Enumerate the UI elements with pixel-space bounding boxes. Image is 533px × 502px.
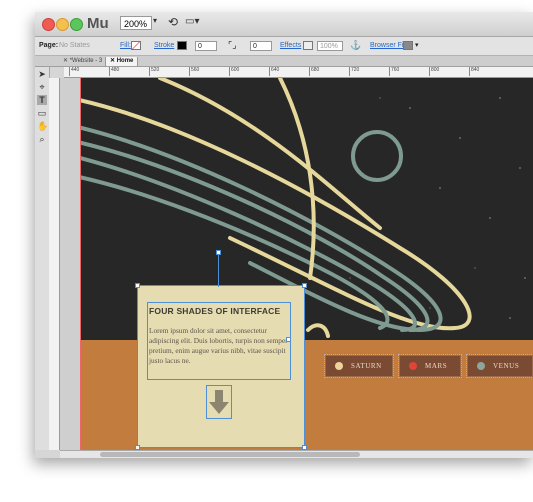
zoom-level-field[interactable]: 200% — [120, 16, 152, 30]
ruler-tick: 760 — [389, 67, 399, 76]
tab-home-label: Home — [116, 58, 134, 64]
page-edge-guide — [80, 78, 81, 452]
horizontal-ruler: 440 480 520 560 600 640 680 720 760 800 … — [64, 67, 533, 78]
corner-radius-field[interactable]: 0 — [250, 41, 272, 51]
ruler-tick: 720 — [349, 67, 359, 76]
saturn-dot-icon — [335, 362, 343, 370]
browser-fill-dropdown-icon[interactable]: ▾ — [415, 41, 419, 49]
venus-dot-icon — [477, 362, 485, 370]
tab-website-label: *Website - 3 — [69, 58, 103, 64]
effects-label[interactable]: Effects — [280, 42, 301, 49]
page-state-value[interactable]: No States — [59, 42, 90, 49]
horizontal-scrollbar[interactable] — [60, 450, 533, 458]
rotate-icon[interactable]: ⟲ — [168, 15, 178, 29]
guide-line — [218, 253, 219, 287]
scrollbar-thumb[interactable] — [100, 452, 360, 457]
stroke-swatch[interactable] — [177, 41, 187, 50]
anchor-icon[interactable]: ⚓ — [350, 40, 361, 51]
preview-mode-icon[interactable]: ▭▾ — [185, 16, 203, 29]
card-selection[interactable] — [137, 285, 305, 448]
text-tool-icon[interactable]: T — [37, 95, 47, 105]
fill-swatch[interactable] — [131, 41, 141, 50]
selection-handle[interactable] — [216, 250, 221, 255]
stroke-label[interactable]: Stroke — [154, 42, 174, 49]
minimize-icon[interactable] — [56, 18, 69, 31]
browser-fill-swatch[interactable] — [403, 41, 413, 50]
zoom-tool-icon[interactable]: ⌕ — [37, 134, 47, 144]
ruler-tick: 840 — [469, 67, 479, 76]
opacity-field[interactable]: 100% — [317, 41, 343, 51]
selection-tool-icon[interactable]: ➤ — [37, 69, 47, 79]
close-icon[interactable] — [42, 18, 55, 31]
tools-panel: ➤ ⌖ T ▭ ✋ ⌕ — [35, 67, 50, 450]
app-logo: Mu — [87, 15, 109, 32]
selection-handle[interactable] — [302, 283, 307, 288]
document-tabs: ✕ *Website - 3 ✕ Home — [35, 56, 533, 67]
hand-tool-icon[interactable]: ✋ — [37, 121, 48, 131]
ruler-tick: 560 — [189, 67, 199, 76]
fill-label[interactable]: Fill: — [120, 42, 131, 49]
selection-handle[interactable] — [135, 283, 140, 288]
ruler-tick: 800 — [429, 67, 439, 76]
nav-label-saturn: SATURN — [351, 362, 382, 370]
zoom-dropdown-icon[interactable]: ▾ — [153, 16, 163, 30]
crop-tool-icon[interactable]: ⌖ — [37, 82, 47, 92]
arrow-frame[interactable] — [206, 385, 232, 419]
title-bar: Mu 200% ▾ ⟲ ▭▾ — [35, 12, 533, 37]
ruler-tick: 480 — [109, 67, 119, 76]
corner-icon[interactable]: ⌜⌟ — [228, 40, 236, 51]
tab-home[interactable]: ✕ Home — [105, 57, 139, 66]
nav-button-venus[interactable]: VENUS — [466, 354, 533, 378]
nav-label-mars: MARS — [425, 362, 448, 370]
vertical-ruler — [49, 78, 60, 450]
nav-label-venus: VENUS — [493, 362, 520, 370]
zoom-window-icon[interactable] — [70, 18, 83, 31]
ruler-tick: 640 — [269, 67, 279, 76]
muse-window: Mu 200% ▾ ⟲ ▭▾ Page: No States Fill: Str… — [35, 12, 533, 458]
mars-dot-icon — [409, 362, 417, 370]
nav-button-saturn[interactable]: SATURN — [324, 354, 394, 378]
ruler-tick: 600 — [229, 67, 239, 76]
selection-handle[interactable] — [286, 337, 291, 342]
down-arrow-icon — [209, 390, 229, 414]
moon-ring — [351, 130, 403, 182]
stroke-width-field[interactable]: 0 — [195, 41, 217, 51]
rectangle-tool-icon[interactable]: ▭ — [37, 108, 47, 118]
page-label: Page: — [39, 42, 59, 49]
effects-icon[interactable] — [303, 41, 313, 50]
nav-button-mars[interactable]: MARS — [398, 354, 462, 378]
ruler-tick: 440 — [69, 67, 79, 76]
design-canvas[interactable]: FOUR SHADES OF INTERFACE Lorem ipsum dol… — [80, 78, 533, 452]
ruler-tick: 680 — [309, 67, 319, 76]
ruler-tick: 520 — [149, 67, 159, 76]
tab-website[interactable]: ✕ *Website - 3 — [59, 57, 106, 66]
control-bar: Page: No States Fill: Stroke 0 ⌜⌟ 0 Effe… — [35, 37, 533, 56]
